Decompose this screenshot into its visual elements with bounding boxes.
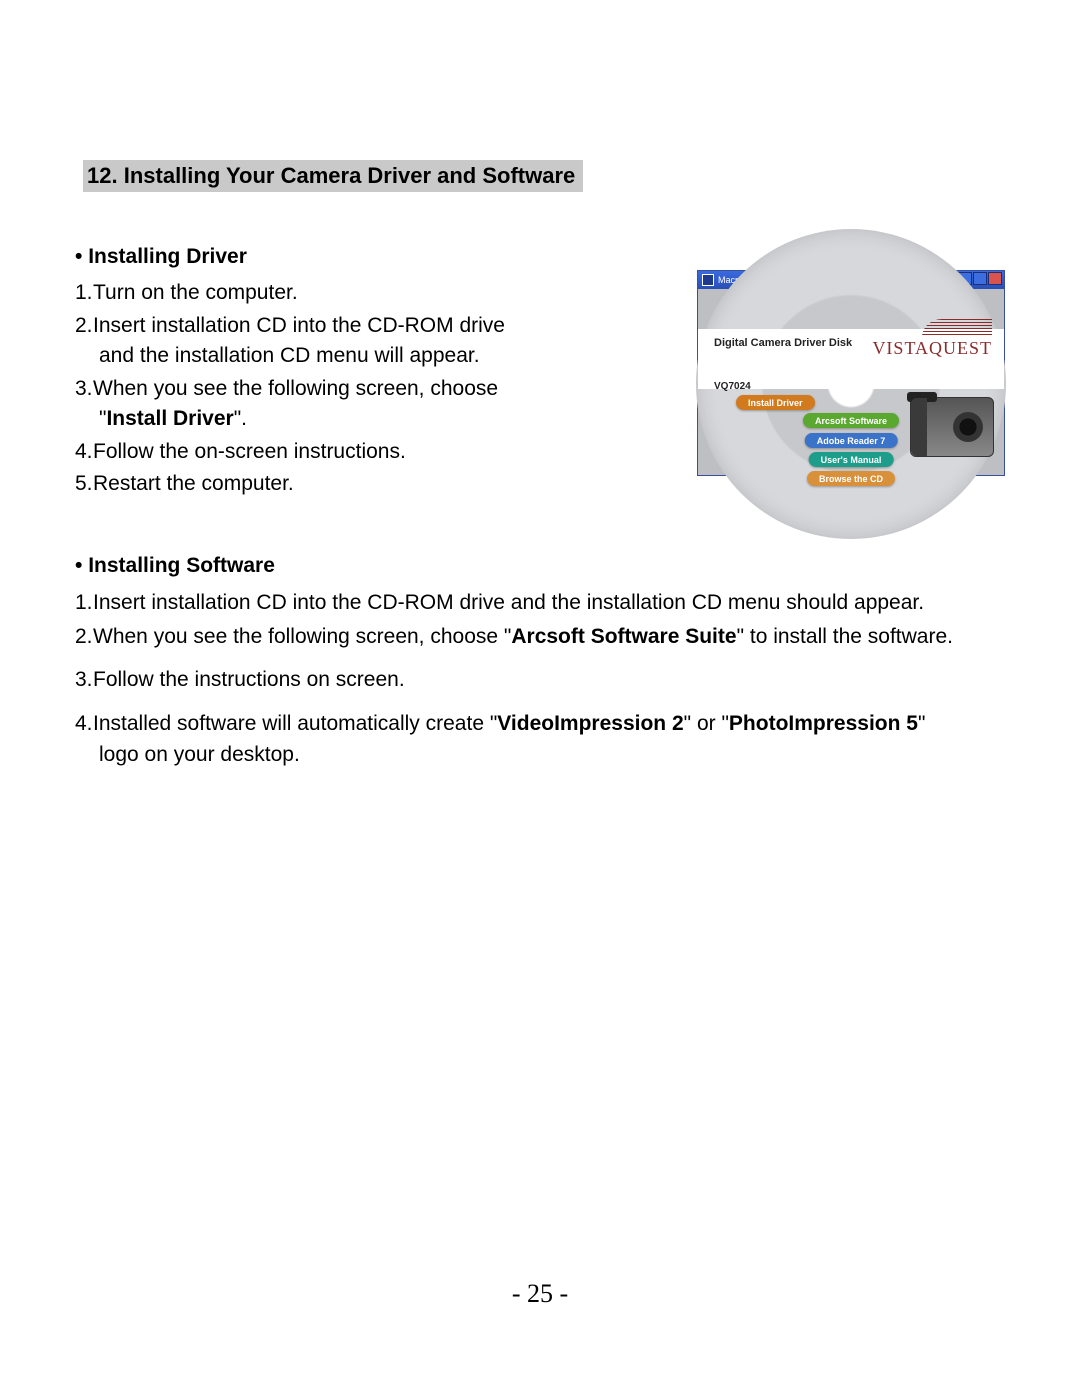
step-number: 5. [75,469,93,499]
driver-step-3: 3.When you see the following screen, cho… [75,374,659,435]
install-driver-bold: Install Driver [106,407,233,430]
step-number: 3. [75,664,93,696]
page-number: - 25 - [0,1279,1080,1309]
driver-section-row: • Installing Driver 1.Turn on the comput… [75,242,1005,502]
software-step-3: 3.Follow the instructions on screen. [75,664,1005,696]
install-driver-button: Install Driver [736,395,815,410]
brand-logo: VISTAQUEST [872,319,992,359]
step-text-line1: Insert installation CD into the CD-ROM d… [93,314,505,337]
maximize-icon [973,272,987,285]
close-icon [988,272,1002,285]
step-pre: When you see the following screen, choos… [93,625,511,648]
driver-step-1: 1.Turn on the computer. [75,278,659,308]
step-post: " [918,712,925,735]
manual-page: 12. Installing Your Camera Driver and So… [0,0,1080,1397]
section-heading: 12. Installing Your Camera Driver and So… [83,160,583,192]
step-number: 1. [75,278,93,308]
step-text: Restart the computer. [93,472,294,495]
driver-step-5: 5.Restart the computer. [75,469,659,499]
model-label: VQ7024 [714,381,751,392]
brand-lines-icon [922,319,992,337]
step-pre: Installed software will automatically cr… [93,712,497,735]
camera-illustration [910,397,994,457]
step-number: 2. [75,621,93,653]
step-text: Follow the on-screen instructions. [93,440,406,463]
bullet-icon: • [75,554,82,577]
software-section: • Installing Software 1.Insert installat… [75,550,1005,771]
adobe-reader-button: Adobe Reader 7 [805,433,898,448]
step-number: 4. [75,437,93,467]
arcsoft-software-button: Arcsoft Software [803,413,899,428]
section-number: 12. [87,163,118,188]
installing-software-heading: • Installing Software [75,550,1005,582]
photoimpression-bold: PhotoImpression 5 [729,712,918,735]
step-number: 1. [75,587,93,619]
installing-software-label: Installing Software [88,554,275,577]
camera-grip [911,398,927,456]
bullet-icon: • [75,245,82,268]
software-step-4: 4.Installed software will automatically … [75,708,1005,771]
camera-lens-icon [953,412,983,442]
step-number: 2. [75,311,93,341]
installer-body: VISTAQUEST Digital Camera Driver Disk VQ… [698,289,1004,475]
quote-close: ". [234,407,247,430]
step-number: 3. [75,374,93,404]
section-title: Installing Your Camera Driver and Softwa… [124,163,576,188]
videoimpression-bold: VideoImpression 2 [497,712,683,735]
step-text-line2: "Install Driver". [75,404,659,434]
step-text-line1: When you see the following screen, choos… [93,377,498,400]
software-step-1: 1.Insert installation CD into the CD-ROM… [75,587,1005,619]
installer-screenshot: Macromedia Flash Player 7 VISTAQUEST Dig… [697,270,1005,476]
software-step-2: 2.When you see the following screen, cho… [75,621,1005,653]
step-text-line2: logo on your desktop. [75,739,1005,771]
users-manual-button: User's Manual [809,452,894,467]
installing-driver-label: Installing Driver [88,245,247,268]
step-text: Follow the instructions on screen. [93,668,405,691]
driver-step-2: 2.Insert installation CD into the CD-ROM… [75,311,659,372]
driver-text-column: • Installing Driver 1.Turn on the comput… [75,242,659,502]
arcsoft-suite-bold: Arcsoft Software Suite [511,625,736,648]
step-number: 4. [75,708,93,740]
step-text-line2: and the installation CD menu will appear… [75,341,659,371]
driver-step-4: 4.Follow the on-screen instructions. [75,437,659,467]
app-icon [702,274,714,286]
installing-driver-heading: • Installing Driver [75,242,659,272]
step-mid: " or " [684,712,729,735]
browse-cd-button: Browse the CD [807,471,895,486]
step-text: Turn on the computer. [93,281,298,304]
brand-text: VISTAQUEST [872,338,992,358]
banner-title: Digital Camera Driver Disk [714,337,852,349]
step-text: Insert installation CD into the CD-ROM d… [93,591,924,614]
step-post: " to install the software. [737,625,953,648]
